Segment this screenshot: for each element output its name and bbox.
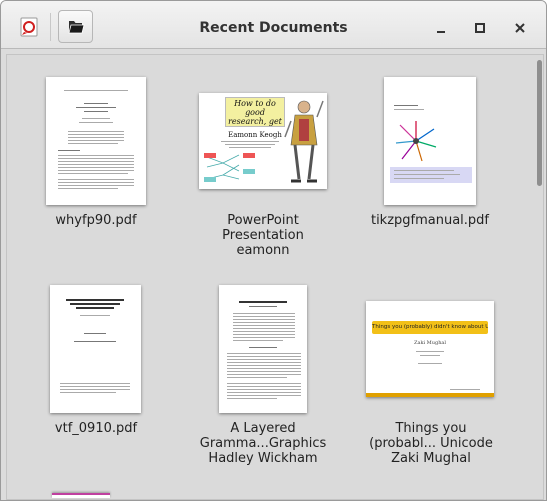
document-item[interactable]: whyfp90.pdf [34,77,184,237]
slide-title: How to do good research, get it publishe… [228,99,282,126]
document-item[interactable]: vtf_0910.pdf [34,285,184,445]
slide-footer-bar [366,393,494,397]
documents-grid: whyfp90.pdf How to do good research, get… [6,54,544,500]
next-row-thumbnail-peek [52,493,110,498]
window-title: Recent Documents [199,20,348,36]
slide-author: Eamonn Keogh [228,131,282,139]
document-item[interactable]: tikzpgfmanual.pdf [364,77,514,237]
document-label: vtf_0910.pdf [54,421,138,436]
document-item[interactable]: Things you (probably) didn't know about … [364,301,514,471]
document-label: whyfp90.pdf [55,213,137,228]
document-label: PowerPoint Presentation eamonn [222,213,304,258]
slide-title-banner: Things you (probably) didn't know about … [372,321,488,334]
recent-documents-window: Recent Documents whyfp90.pdf How to do g… [0,0,547,501]
maximize-button[interactable] [470,18,490,38]
document-thumbnail [384,77,476,205]
document-thumbnail [219,285,307,413]
close-button[interactable] [510,18,530,38]
document-thumbnail [46,77,146,205]
knight-illustration [284,100,324,183]
document-label: tikzpgfmanual.pdf [370,213,490,228]
slide-title-box: How to do good research, get it publishe… [225,97,285,127]
slide-author: Zaki Mughal [413,340,446,346]
slide-title: Things you (probably) didn't know about … [372,324,488,330]
document-thumbnail: How to do good research, get it publishe… [199,93,327,189]
document-thumbnail: Things you (probably) didn't know about … [366,301,494,397]
document-item[interactable]: How to do good research, get it publishe… [188,93,338,263]
maximize-icon [475,23,485,33]
minimize-button[interactable] [431,18,451,38]
slide-diagram [204,153,255,182]
document-item[interactable]: A Layered Gramma...Graphics Hadley Wickh… [188,285,338,475]
scrollbar-thumb[interactable] [537,60,542,186]
document-thumbnail [50,285,141,413]
minimize-icon [437,31,445,33]
close-icon [515,23,525,33]
document-label: A Layered Gramma...Graphics Hadley Wickh… [199,421,327,466]
titlebar: Recent Documents [1,1,546,49]
document-label: Things you (probabl... Unicode Zaki Mugh… [369,421,493,466]
vertical-scrollbar[interactable] [536,56,544,499]
tikz-tree-graphic [395,121,437,162]
